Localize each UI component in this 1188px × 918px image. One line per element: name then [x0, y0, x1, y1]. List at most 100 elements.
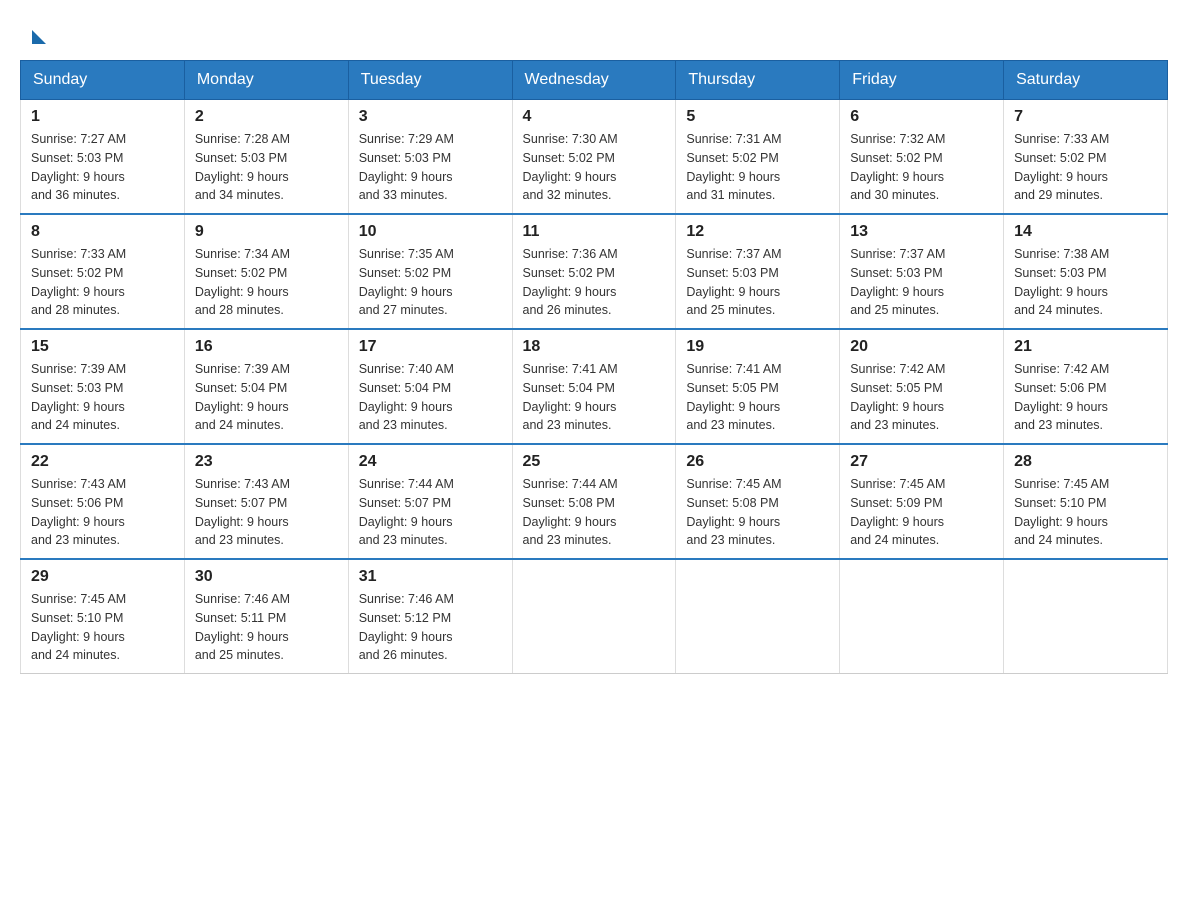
day-number: 6 — [850, 108, 993, 126]
calendar-cell: 14 Sunrise: 7:38 AMSunset: 5:03 PMDayligh… — [1004, 214, 1168, 329]
day-number: 26 — [686, 453, 829, 471]
day-info: Sunrise: 7:32 AMSunset: 5:02 PMDaylight:… — [850, 130, 993, 205]
day-number: 31 — [359, 568, 502, 586]
day-number: 22 — [31, 453, 174, 471]
day-number: 24 — [359, 453, 502, 471]
calendar-cell: 6 Sunrise: 7:32 AMSunset: 5:02 PMDaylight… — [840, 100, 1004, 215]
day-number: 21 — [1014, 338, 1157, 356]
day-header-monday: Monday — [184, 61, 348, 100]
calendar-cell: 30 Sunrise: 7:46 AMSunset: 5:11 PMDayligh… — [184, 559, 348, 674]
day-info: Sunrise: 7:45 AMSunset: 5:10 PMDaylight:… — [31, 590, 174, 665]
calendar-cell: 23 Sunrise: 7:43 AMSunset: 5:07 PMDayligh… — [184, 444, 348, 559]
day-info: Sunrise: 7:46 AMSunset: 5:11 PMDaylight:… — [195, 590, 338, 665]
day-info: Sunrise: 7:35 AMSunset: 5:02 PMDaylight:… — [359, 245, 502, 320]
calendar-cell: 5 Sunrise: 7:31 AMSunset: 5:02 PMDaylight… — [676, 100, 840, 215]
days-header-row: SundayMondayTuesdayWednesdayThursdayFrid… — [21, 61, 1168, 100]
day-number: 16 — [195, 338, 338, 356]
calendar-cell — [840, 559, 1004, 674]
day-info: Sunrise: 7:45 AMSunset: 5:09 PMDaylight:… — [850, 475, 993, 550]
day-number: 9 — [195, 223, 338, 241]
day-info: Sunrise: 7:37 AMSunset: 5:03 PMDaylight:… — [686, 245, 829, 320]
calendar-week-4: 22 Sunrise: 7:43 AMSunset: 5:06 PMDayligh… — [21, 444, 1168, 559]
day-number: 25 — [523, 453, 666, 471]
day-info: Sunrise: 7:31 AMSunset: 5:02 PMDaylight:… — [686, 130, 829, 205]
calendar-week-2: 8 Sunrise: 7:33 AMSunset: 5:02 PMDaylight… — [21, 214, 1168, 329]
day-info: Sunrise: 7:44 AMSunset: 5:08 PMDaylight:… — [523, 475, 666, 550]
day-number: 13 — [850, 223, 993, 241]
day-info: Sunrise: 7:39 AMSunset: 5:03 PMDaylight:… — [31, 360, 174, 435]
page-header — [20, 20, 1168, 40]
calendar-table: SundayMondayTuesdayWednesdayThursdayFrid… — [20, 60, 1168, 674]
day-info: Sunrise: 7:42 AMSunset: 5:06 PMDaylight:… — [1014, 360, 1157, 435]
calendar-cell: 29 Sunrise: 7:45 AMSunset: 5:10 PMDayligh… — [21, 559, 185, 674]
day-info: Sunrise: 7:41 AMSunset: 5:04 PMDaylight:… — [523, 360, 666, 435]
day-info: Sunrise: 7:39 AMSunset: 5:04 PMDaylight:… — [195, 360, 338, 435]
calendar-cell — [676, 559, 840, 674]
calendar-week-5: 29 Sunrise: 7:45 AMSunset: 5:10 PMDayligh… — [21, 559, 1168, 674]
calendar-cell: 9 Sunrise: 7:34 AMSunset: 5:02 PMDaylight… — [184, 214, 348, 329]
day-header-tuesday: Tuesday — [348, 61, 512, 100]
day-info: Sunrise: 7:46 AMSunset: 5:12 PMDaylight:… — [359, 590, 502, 665]
day-number: 12 — [686, 223, 829, 241]
day-info: Sunrise: 7:41 AMSunset: 5:05 PMDaylight:… — [686, 360, 829, 435]
day-number: 27 — [850, 453, 993, 471]
day-header-wednesday: Wednesday — [512, 61, 676, 100]
day-number: 15 — [31, 338, 174, 356]
day-number: 7 — [1014, 108, 1157, 126]
calendar-cell: 11Sunrise: 7:36 AMSunset: 5:02 PMDayligh… — [512, 214, 676, 329]
day-info: Sunrise: 7:30 AMSunset: 5:02 PMDaylight:… — [523, 130, 666, 205]
day-info: Sunrise: 7:33 AMSunset: 5:02 PMDaylight:… — [1014, 130, 1157, 205]
logo-text — [30, 30, 48, 44]
day-info: Sunrise: 7:36 AMSunset: 5:02 PMDaylight:… — [523, 245, 666, 320]
calendar-cell: 21 Sunrise: 7:42 AMSunset: 5:06 PMDayligh… — [1004, 329, 1168, 444]
calendar-cell: 25 Sunrise: 7:44 AMSunset: 5:08 PMDayligh… — [512, 444, 676, 559]
calendar-cell: 22 Sunrise: 7:43 AMSunset: 5:06 PMDayligh… — [21, 444, 185, 559]
day-number: 5 — [686, 108, 829, 126]
day-number: 30 — [195, 568, 338, 586]
day-number: 29 — [31, 568, 174, 586]
day-number: 18 — [523, 338, 666, 356]
calendar-cell: 31 Sunrise: 7:46 AMSunset: 5:12 PMDayligh… — [348, 559, 512, 674]
day-info: Sunrise: 7:34 AMSunset: 5:02 PMDaylight:… — [195, 245, 338, 320]
logo-arrow-icon — [32, 30, 46, 44]
calendar-cell — [1004, 559, 1168, 674]
day-info: Sunrise: 7:43 AMSunset: 5:07 PMDaylight:… — [195, 475, 338, 550]
day-info: Sunrise: 7:40 AMSunset: 5:04 PMDaylight:… — [359, 360, 502, 435]
calendar-cell: 19Sunrise: 7:41 AMSunset: 5:05 PMDayligh… — [676, 329, 840, 444]
day-number: 28 — [1014, 453, 1157, 471]
day-info: Sunrise: 7:28 AMSunset: 5:03 PMDaylight:… — [195, 130, 338, 205]
calendar-cell: 2 Sunrise: 7:28 AMSunset: 5:03 PMDaylight… — [184, 100, 348, 215]
day-number: 8 — [31, 223, 174, 241]
day-info: Sunrise: 7:37 AMSunset: 5:03 PMDaylight:… — [850, 245, 993, 320]
day-number: 3 — [359, 108, 502, 126]
calendar-cell: 17 Sunrise: 7:40 AMSunset: 5:04 PMDayligh… — [348, 329, 512, 444]
day-info: Sunrise: 7:43 AMSunset: 5:06 PMDaylight:… — [31, 475, 174, 550]
calendar-cell: 26 Sunrise: 7:45 AMSunset: 5:08 PMDayligh… — [676, 444, 840, 559]
calendar-cell: 27 Sunrise: 7:45 AMSunset: 5:09 PMDayligh… — [840, 444, 1004, 559]
day-number: 2 — [195, 108, 338, 126]
day-header-thursday: Thursday — [676, 61, 840, 100]
day-header-friday: Friday — [840, 61, 1004, 100]
day-number: 1 — [31, 108, 174, 126]
calendar-cell: 3 Sunrise: 7:29 AMSunset: 5:03 PMDaylight… — [348, 100, 512, 215]
day-info: Sunrise: 7:27 AMSunset: 5:03 PMDaylight:… — [31, 130, 174, 205]
calendar-cell: 18 Sunrise: 7:41 AMSunset: 5:04 PMDayligh… — [512, 329, 676, 444]
day-number: 14 — [1014, 223, 1157, 241]
day-info: Sunrise: 7:45 AMSunset: 5:08 PMDaylight:… — [686, 475, 829, 550]
day-header-saturday: Saturday — [1004, 61, 1168, 100]
day-info: Sunrise: 7:45 AMSunset: 5:10 PMDaylight:… — [1014, 475, 1157, 550]
day-info: Sunrise: 7:33 AMSunset: 5:02 PMDaylight:… — [31, 245, 174, 320]
day-number: 23 — [195, 453, 338, 471]
calendar-week-1: 1 Sunrise: 7:27 AMSunset: 5:03 PMDaylight… — [21, 100, 1168, 215]
day-info: Sunrise: 7:29 AMSunset: 5:03 PMDaylight:… — [359, 130, 502, 205]
calendar-cell: 20Sunrise: 7:42 AMSunset: 5:05 PMDayligh… — [840, 329, 1004, 444]
day-header-sunday: Sunday — [21, 61, 185, 100]
calendar-cell: 24Sunrise: 7:44 AMSunset: 5:07 PMDayligh… — [348, 444, 512, 559]
calendar-cell: 28 Sunrise: 7:45 AMSunset: 5:10 PMDayligh… — [1004, 444, 1168, 559]
calendar-cell: 10Sunrise: 7:35 AMSunset: 5:02 PMDayligh… — [348, 214, 512, 329]
calendar-cell: 1 Sunrise: 7:27 AMSunset: 5:03 PMDaylight… — [21, 100, 185, 215]
day-number: 17 — [359, 338, 502, 356]
calendar-week-3: 15 Sunrise: 7:39 AMSunset: 5:03 PMDayligh… — [21, 329, 1168, 444]
day-info: Sunrise: 7:38 AMSunset: 5:03 PMDaylight:… — [1014, 245, 1157, 320]
calendar-cell: 13 Sunrise: 7:37 AMSunset: 5:03 PMDayligh… — [840, 214, 1004, 329]
